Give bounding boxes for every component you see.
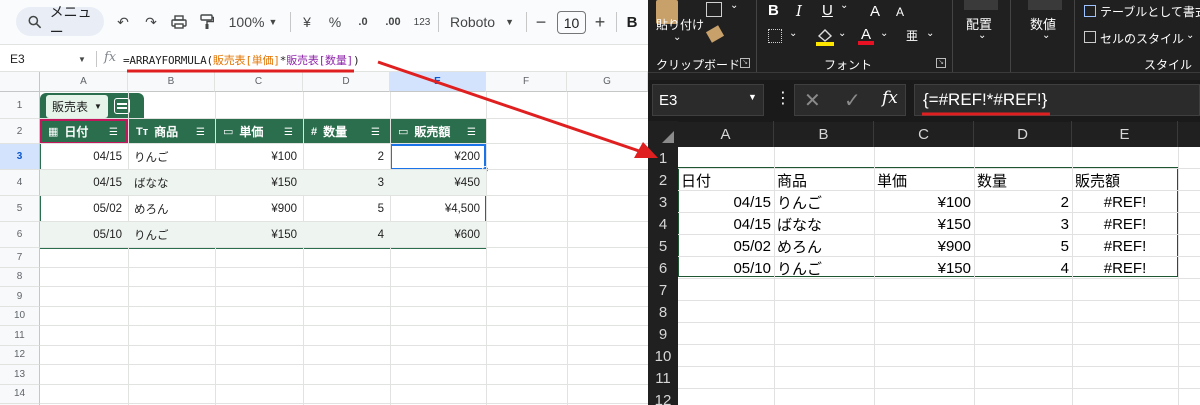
- annotation-overlay: [127, 60, 1050, 158]
- red-arrow: [377, 60, 643, 154]
